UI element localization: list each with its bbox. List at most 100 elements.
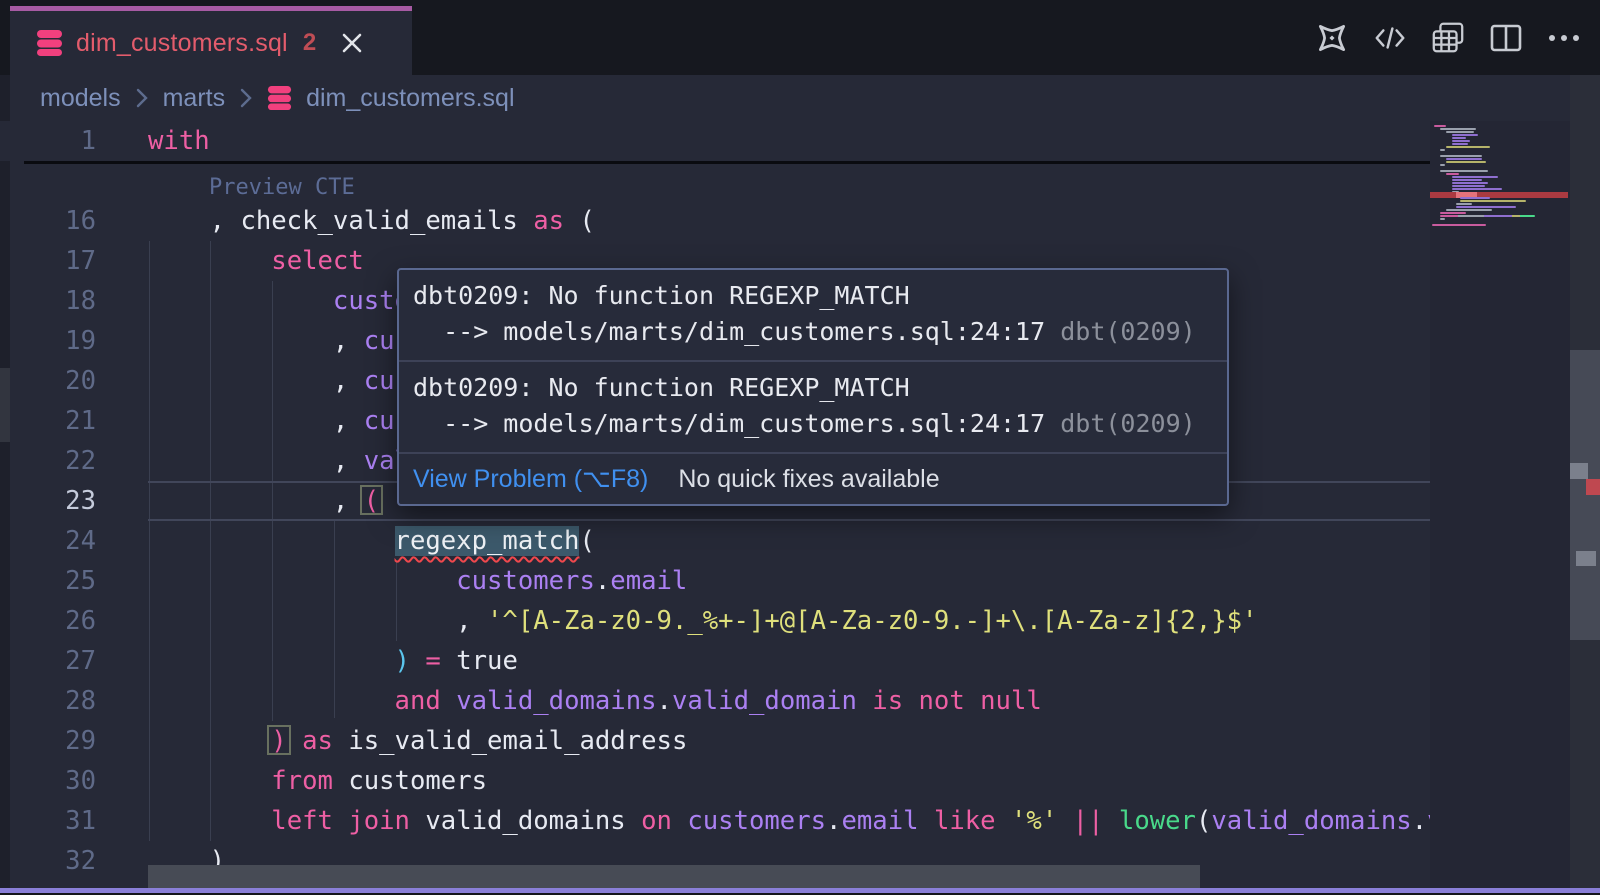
code-text: , '^[A-Za-z0-9._%+-]+@[A-Za-z0-9.-]+\.[A…	[148, 601, 1257, 641]
minimap-line	[1440, 212, 1466, 214]
minimap-line	[1440, 170, 1488, 172]
code-editor[interactable]: 16 , check_valid_emails as (17 select18 …	[0, 121, 1600, 895]
line-number: 21	[0, 401, 96, 441]
code-text: from customers	[148, 761, 487, 801]
tab-dim-customers[interactable]: dim_customers.sql 2	[10, 6, 412, 75]
view-problem-link[interactable]: View Problem (⌥F8)	[413, 464, 648, 494]
breadcrumb-file[interactable]: dim_customers.sql	[306, 84, 514, 113]
code-line[interactable]: 25 customers.email	[0, 561, 1430, 601]
code-text: ) as is_valid_email_address	[148, 721, 687, 761]
minimap-line	[1446, 158, 1482, 160]
sticky-scroll-shadow	[24, 161, 1430, 164]
code-line[interactable]: 27 ) = true	[0, 641, 1430, 681]
problem-location: --> models/marts/dim_customers.sql:24:17…	[413, 406, 1213, 442]
close-icon[interactable]	[339, 30, 365, 56]
minimap-line	[1452, 140, 1470, 142]
tab-title: dim_customers.sql	[76, 29, 288, 58]
line-number: 27	[0, 641, 96, 681]
horizontal-scrollbar-thumb[interactable]	[148, 865, 1200, 888]
code-line[interactable]: 30 from customers	[0, 761, 1430, 801]
tab-problem-badge: 2	[303, 29, 316, 57]
minimap-error-line	[1430, 192, 1568, 198]
code-line[interactable]: 29 ) as is_valid_email_address	[0, 721, 1430, 761]
line-number: 19	[0, 321, 96, 361]
open-code-icon[interactable]	[1372, 20, 1408, 56]
minimap-line	[1446, 173, 1459, 175]
minimap-line	[1440, 215, 1535, 217]
tab-bar: dim_customers.sql 2	[0, 0, 1600, 75]
database-icon	[267, 85, 292, 111]
minimap-line	[1446, 131, 1474, 133]
minimap-line	[1452, 134, 1478, 136]
left-scrollbar-thumb[interactable]	[0, 368, 10, 442]
code-text: customers.email	[148, 561, 687, 601]
minimap-line	[1452, 182, 1488, 184]
line-number: 31	[0, 801, 96, 841]
overview-ruler-mark	[1576, 551, 1596, 566]
database-icon	[36, 29, 63, 57]
problem-entry: dbt0209: No function REGEXP_MATCH --> mo…	[399, 362, 1227, 452]
minimap-line	[1434, 125, 1446, 127]
minimap-line	[1460, 197, 1490, 199]
minimap-line	[1440, 164, 1445, 166]
minimap-line	[1446, 209, 1492, 211]
sticky-scroll-line[interactable]: 1 with	[0, 121, 1430, 161]
code-text: , (	[148, 481, 379, 521]
minimap-line	[1452, 137, 1466, 139]
code-line[interactable]: 31 left join valid_domains on customers.…	[0, 801, 1430, 841]
code-text: regexp_match(	[148, 521, 595, 561]
problem-message: dbt0209: No function REGEXP_MATCH	[413, 370, 1213, 406]
minimap[interactable]	[1430, 121, 1570, 895]
codelens-preview-cte[interactable]: Preview CTE	[209, 168, 355, 208]
line-number: 17	[0, 241, 96, 281]
chevron-right-icon	[135, 87, 149, 109]
line-number: 23	[0, 481, 96, 521]
line-number: 1	[0, 121, 96, 161]
breadcrumb-models[interactable]: models	[40, 84, 121, 113]
problem-entry: dbt0209: No function REGEXP_MATCH --> mo…	[399, 270, 1227, 360]
line-number: 29	[0, 721, 96, 761]
minimap-line	[1440, 128, 1476, 130]
minimap-line	[1452, 179, 1482, 181]
problem-code: dbt(0209)	[1060, 317, 1195, 346]
line-number: 26	[0, 601, 96, 641]
code-text: ) = true	[148, 641, 518, 681]
code-line[interactable]: 24 regexp_match(	[0, 521, 1430, 561]
sticky-code: with	[148, 121, 210, 161]
problem-code: dbt(0209)	[1060, 409, 1195, 438]
line-number: 22	[0, 441, 96, 481]
code-line[interactable]: 26 , '^[A-Za-z0-9._%+-]+@[A-Za-z0-9.-]+\…	[0, 601, 1430, 641]
minimap-line	[1456, 206, 1516, 208]
line-number: 32	[0, 841, 96, 881]
problem-hover-tooltip: dbt0209: No function REGEXP_MATCH --> mo…	[397, 268, 1229, 506]
overview-ruler-mark	[1586, 479, 1600, 495]
vertical-scrollbar[interactable]	[1570, 75, 1600, 895]
minimap-line	[1440, 149, 1445, 151]
minimap-line	[1452, 176, 1498, 178]
line-number: 20	[0, 361, 96, 401]
overview-ruler-mark	[1570, 463, 1588, 479]
minimap-line	[1452, 185, 1485, 187]
code-text: and valid_domains.valid_domain is not nu…	[148, 681, 1042, 721]
vertical-scrollbar-thumb[interactable]	[1570, 350, 1600, 640]
line-number: 28	[0, 681, 96, 721]
line-number: 30	[0, 761, 96, 801]
minimap-line	[1452, 143, 1468, 145]
minimap-line	[1446, 146, 1490, 148]
line-number: 25	[0, 561, 96, 601]
dbt-icon[interactable]	[1314, 20, 1350, 56]
code-text: select	[148, 241, 364, 281]
breadcrumb-marts[interactable]: marts	[163, 84, 226, 113]
quick-fix-status: No quick fixes available	[678, 465, 939, 494]
minimap-line	[1456, 203, 1472, 205]
split-editor-icon[interactable]	[1488, 20, 1524, 56]
tooltip-action-bar: View Problem (⌥F8) No quick fixes availa…	[399, 454, 1227, 504]
query-results-icon[interactable]	[1430, 20, 1466, 56]
code-text: left join valid_domains on customers.ema…	[148, 801, 1600, 841]
editor-actions	[1314, 20, 1582, 56]
code-line[interactable]: 28 and valid_domains.valid_domain is not…	[0, 681, 1430, 721]
line-number: 18	[0, 281, 96, 321]
line-number: 24	[0, 521, 96, 561]
more-actions-icon[interactable]	[1546, 20, 1582, 56]
minimap-line	[1432, 224, 1486, 226]
